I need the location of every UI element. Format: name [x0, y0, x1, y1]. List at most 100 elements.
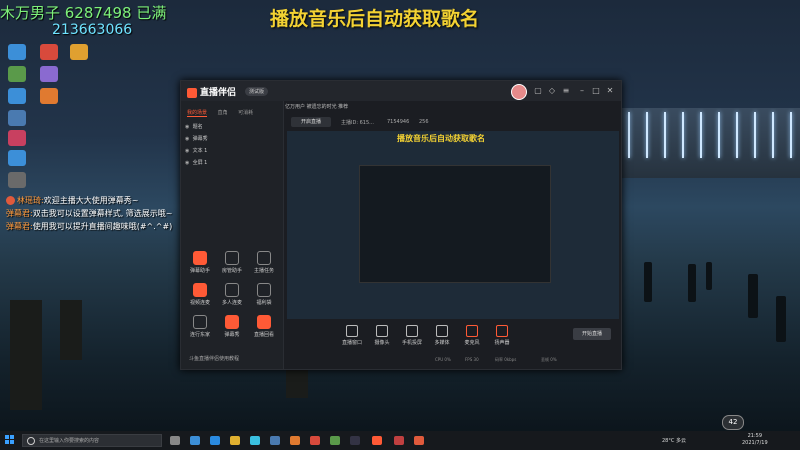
desktop-app-icon[interactable]	[40, 88, 58, 104]
water-pillar	[706, 262, 712, 290]
message-icon[interactable]: ▢	[533, 86, 543, 96]
windows-start-icon[interactable]	[5, 435, 15, 445]
version-badge: 测试版	[245, 87, 269, 96]
bitrate-status: 码率 0kbps	[495, 357, 517, 362]
maximize-icon[interactable]: □	[591, 86, 601, 96]
screen-capture-button[interactable]: 直播窗口	[337, 325, 367, 346]
scene-label: 全屏 1	[192, 160, 208, 166]
avatar[interactable]	[511, 84, 527, 100]
camera-button[interactable]: 摄像头	[367, 325, 397, 346]
chat-text: 欢迎主播大大使用弹幕秀~	[43, 196, 139, 205]
skin-icon[interactable]: ◇	[547, 86, 557, 96]
app-icon[interactable]	[330, 436, 340, 445]
tool-multi-link[interactable]: 多人连麦	[219, 283, 245, 306]
tutorial-link[interactable]: 斗鱼直播伴侣使用教程	[189, 355, 239, 362]
desktop-app-icon[interactable]	[40, 66, 58, 82]
overlay-title: 播放音乐后自动获取歌名	[270, 8, 480, 30]
tab-my-scenes[interactable]: 我的场景	[187, 109, 208, 117]
tool-video-link[interactable]: 视频连麦	[187, 283, 213, 306]
live-toggle-button[interactable]: 开启直播	[291, 117, 331, 127]
anchor-id: 主播ID: 615...	[341, 120, 374, 126]
performance-badge[interactable]: 42	[722, 415, 744, 430]
app-icon[interactable]	[270, 436, 280, 445]
replay-icon	[257, 315, 271, 329]
screen-icon	[346, 325, 358, 337]
tab-direct[interactable]: 直角	[218, 109, 228, 116]
tab-consumable[interactable]: 可消耗	[238, 109, 253, 116]
bridge-light	[736, 112, 738, 158]
eye-icon[interactable]: ◉	[185, 160, 191, 166]
eye-icon[interactable]: ◉	[185, 136, 191, 142]
viewer-count: 256	[419, 119, 429, 125]
tool-label: 福利袋	[256, 300, 272, 306]
water-pillar	[688, 264, 696, 302]
app-icon[interactable]	[414, 436, 424, 445]
tool-danmu-show[interactable]: 弹幕秀	[219, 315, 245, 338]
phone-cast-button[interactable]: 手机投屏	[397, 325, 427, 346]
title-bar: 直播伴侣 测试版 ▢ ◇ ≡ – □ ✕	[181, 81, 621, 101]
desktop-app-icon[interactable]	[8, 66, 26, 82]
tool-anchor-task[interactable]: 主播任务	[251, 251, 277, 274]
steam-icon[interactable]	[350, 436, 360, 445]
minimize-icon[interactable]: –	[577, 86, 587, 96]
wooden-pillar	[10, 300, 42, 410]
avatar	[6, 196, 15, 205]
weather-text[interactable]: 28°C 多云	[662, 437, 686, 444]
tool-gift-bag[interactable]: 福利袋	[251, 283, 277, 306]
preview-title: 播放音乐后自动获取歌名	[397, 134, 485, 143]
desktop-app-icon[interactable]	[8, 172, 26, 188]
tool-label: 麦克风	[464, 340, 480, 346]
bridge-light	[664, 112, 666, 158]
desktop-app-icon[interactable]	[8, 44, 26, 60]
eye-icon[interactable]: ◉	[185, 124, 191, 130]
logo-icon	[187, 87, 197, 98]
folder-icon[interactable]	[230, 436, 240, 445]
eye-icon[interactable]: ◉	[185, 148, 191, 154]
tool-label: 弹幕秀	[224, 332, 240, 338]
clock-time: 21:59	[747, 433, 763, 439]
bridge-light	[754, 112, 756, 158]
live-companion-icon[interactable]	[372, 436, 382, 445]
taskbar-clock[interactable]: 21:59 2021/7/19	[742, 433, 768, 447]
media-button[interactable]: 多媒体	[427, 325, 457, 346]
close-icon[interactable]: ✕	[605, 86, 615, 96]
speaker-button[interactable]: 扬声器	[487, 325, 517, 346]
wooden-pillar	[286, 368, 308, 398]
live-companion-window: 直播伴侣 测试版 ▢ ◇ ≡ – □ ✕ 我的场景 直角 可消耗 ◉ 题名 ◉ …	[180, 80, 622, 370]
desktop-app-icon[interactable]	[8, 110, 26, 126]
stream-preview[interactable]: 播放音乐后自动获取歌名	[287, 131, 619, 319]
tool-replay[interactable]: 直播回看	[251, 315, 277, 338]
desktop-app-icon[interactable]	[40, 44, 58, 60]
app-icon[interactable]	[310, 436, 320, 445]
tool-host[interactable]: 连行东家	[187, 315, 213, 338]
app-icon[interactable]	[190, 436, 200, 445]
chat-message: 弹幕君:使用我可以提升直播间趣味哦(#^.^#)	[6, 221, 172, 232]
task-view-icon[interactable]	[170, 436, 180, 445]
desktop-app-icon[interactable]	[8, 150, 26, 166]
video-icon	[193, 283, 207, 297]
bridge-light	[772, 112, 774, 158]
tool-room-manager[interactable]: 房管助手	[219, 251, 245, 274]
app-name: 直播伴侣	[200, 88, 237, 98]
scene-item[interactable]: ◉ 全屏 1	[185, 159, 279, 169]
scene-label: 题名	[192, 124, 203, 130]
desktop-app-icon[interactable]	[8, 88, 26, 104]
scene-item[interactable]: ◉ 文本 1	[185, 147, 279, 157]
app-icon[interactable]	[250, 436, 260, 445]
app-icon[interactable]	[290, 436, 300, 445]
tool-danmu-assistant[interactable]: 弹幕助手	[187, 251, 213, 274]
microphone-button[interactable]: 麦克风	[457, 325, 487, 346]
menu-icon[interactable]: ≡	[561, 86, 571, 96]
water-pillar	[644, 262, 652, 302]
scene-item[interactable]: ◉ 题名	[185, 123, 279, 133]
search-icon	[27, 437, 35, 445]
edge-icon[interactable]	[210, 436, 220, 445]
tool-label: 多人连麦	[221, 300, 242, 306]
start-live-button[interactable]: 开始直播	[573, 328, 611, 340]
taskbar-search-input[interactable]: 在这里输入你要搜索的内容	[22, 434, 162, 447]
desktop-app-icon[interactable]	[8, 130, 26, 146]
app-icon[interactable]	[394, 436, 404, 445]
scene-item[interactable]: ◉ 弹幕秀	[185, 135, 279, 145]
desktop-app-icon[interactable]	[70, 44, 88, 60]
cpu-status: CPU 0%	[435, 357, 451, 362]
